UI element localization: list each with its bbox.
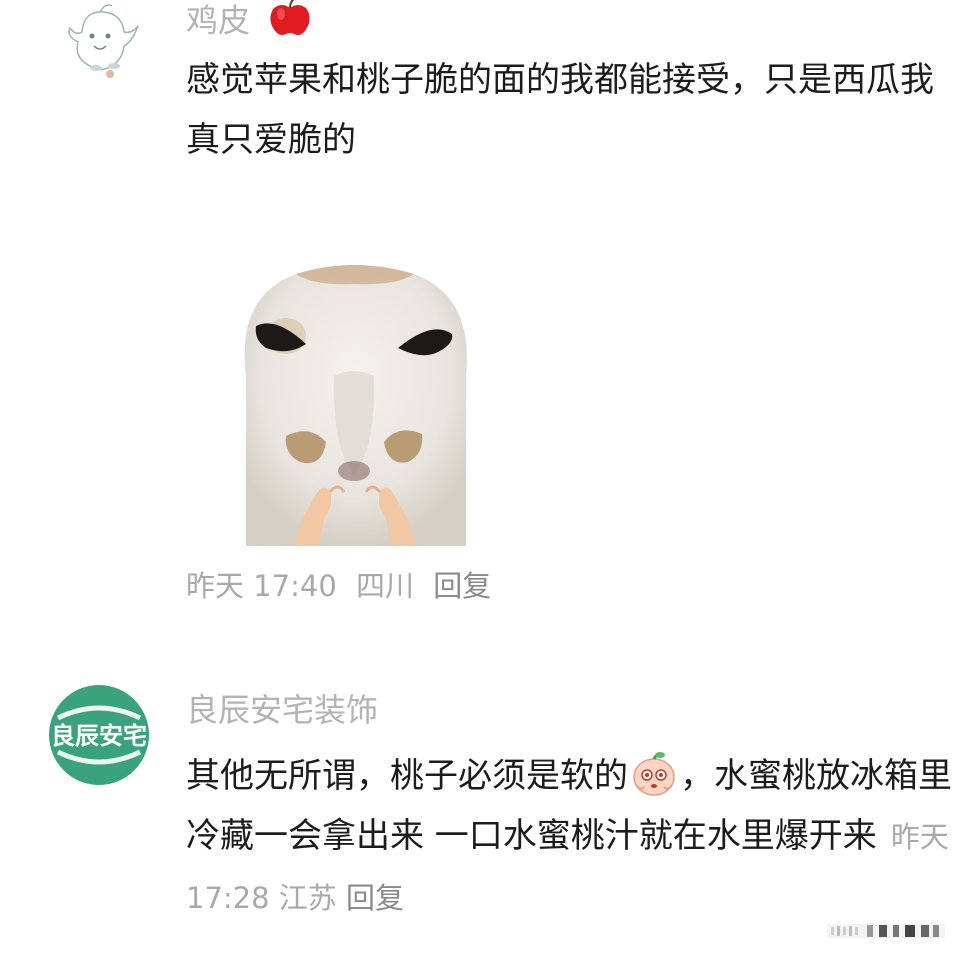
ghost-avatar-icon (68, 4, 139, 78)
reply-button[interactable]: 回复 (346, 881, 404, 915)
peach-face-emoji (630, 749, 678, 797)
watermark (827, 920, 947, 942)
cat-meme-sticker[interactable] (226, 256, 482, 546)
comment-text: 其他无所谓，桃子必须是软的 ，水蜜桃放冰箱里冷藏一会拿出来 一口水蜜桃汁就在水里… (186, 746, 961, 928)
cat-face-image (244, 265, 467, 546)
location: 四川 (356, 569, 415, 603)
comment-text: 感觉苹果和桃子脆的面的我都能接受，只是西瓜我真只爱脆的 (186, 60, 934, 160)
comment-item: 鸡皮 感觉苹果和桃子脆的面的我都能接受，只是西瓜我真只爱脆的 昨天 17:40 … (0, 0, 969, 640)
username[interactable]: 良辰安宅装饰 (186, 690, 378, 730)
username[interactable]: 鸡皮 (186, 0, 312, 47)
apple-icon (268, 0, 312, 47)
avatar-text: 良辰安宅 (51, 722, 147, 750)
location: 江苏 (278, 881, 337, 915)
brand-logo-avatar: 良辰安宅 (49, 685, 149, 785)
reply-button[interactable]: 回复 (433, 569, 491, 603)
comment-item: 良辰安宅 良辰安宅装饰 其他无所谓，桃子必须是软的 ，水蜜桃放冰箱里冷藏一会拿出… (0, 660, 969, 960)
comment-meta: 昨天 17:40 四川 回复 (186, 566, 501, 606)
timestamp: 昨天 17:40 (186, 569, 337, 603)
avatar[interactable]: 良辰安宅 (48, 684, 150, 786)
avatar[interactable] (62, 2, 144, 84)
